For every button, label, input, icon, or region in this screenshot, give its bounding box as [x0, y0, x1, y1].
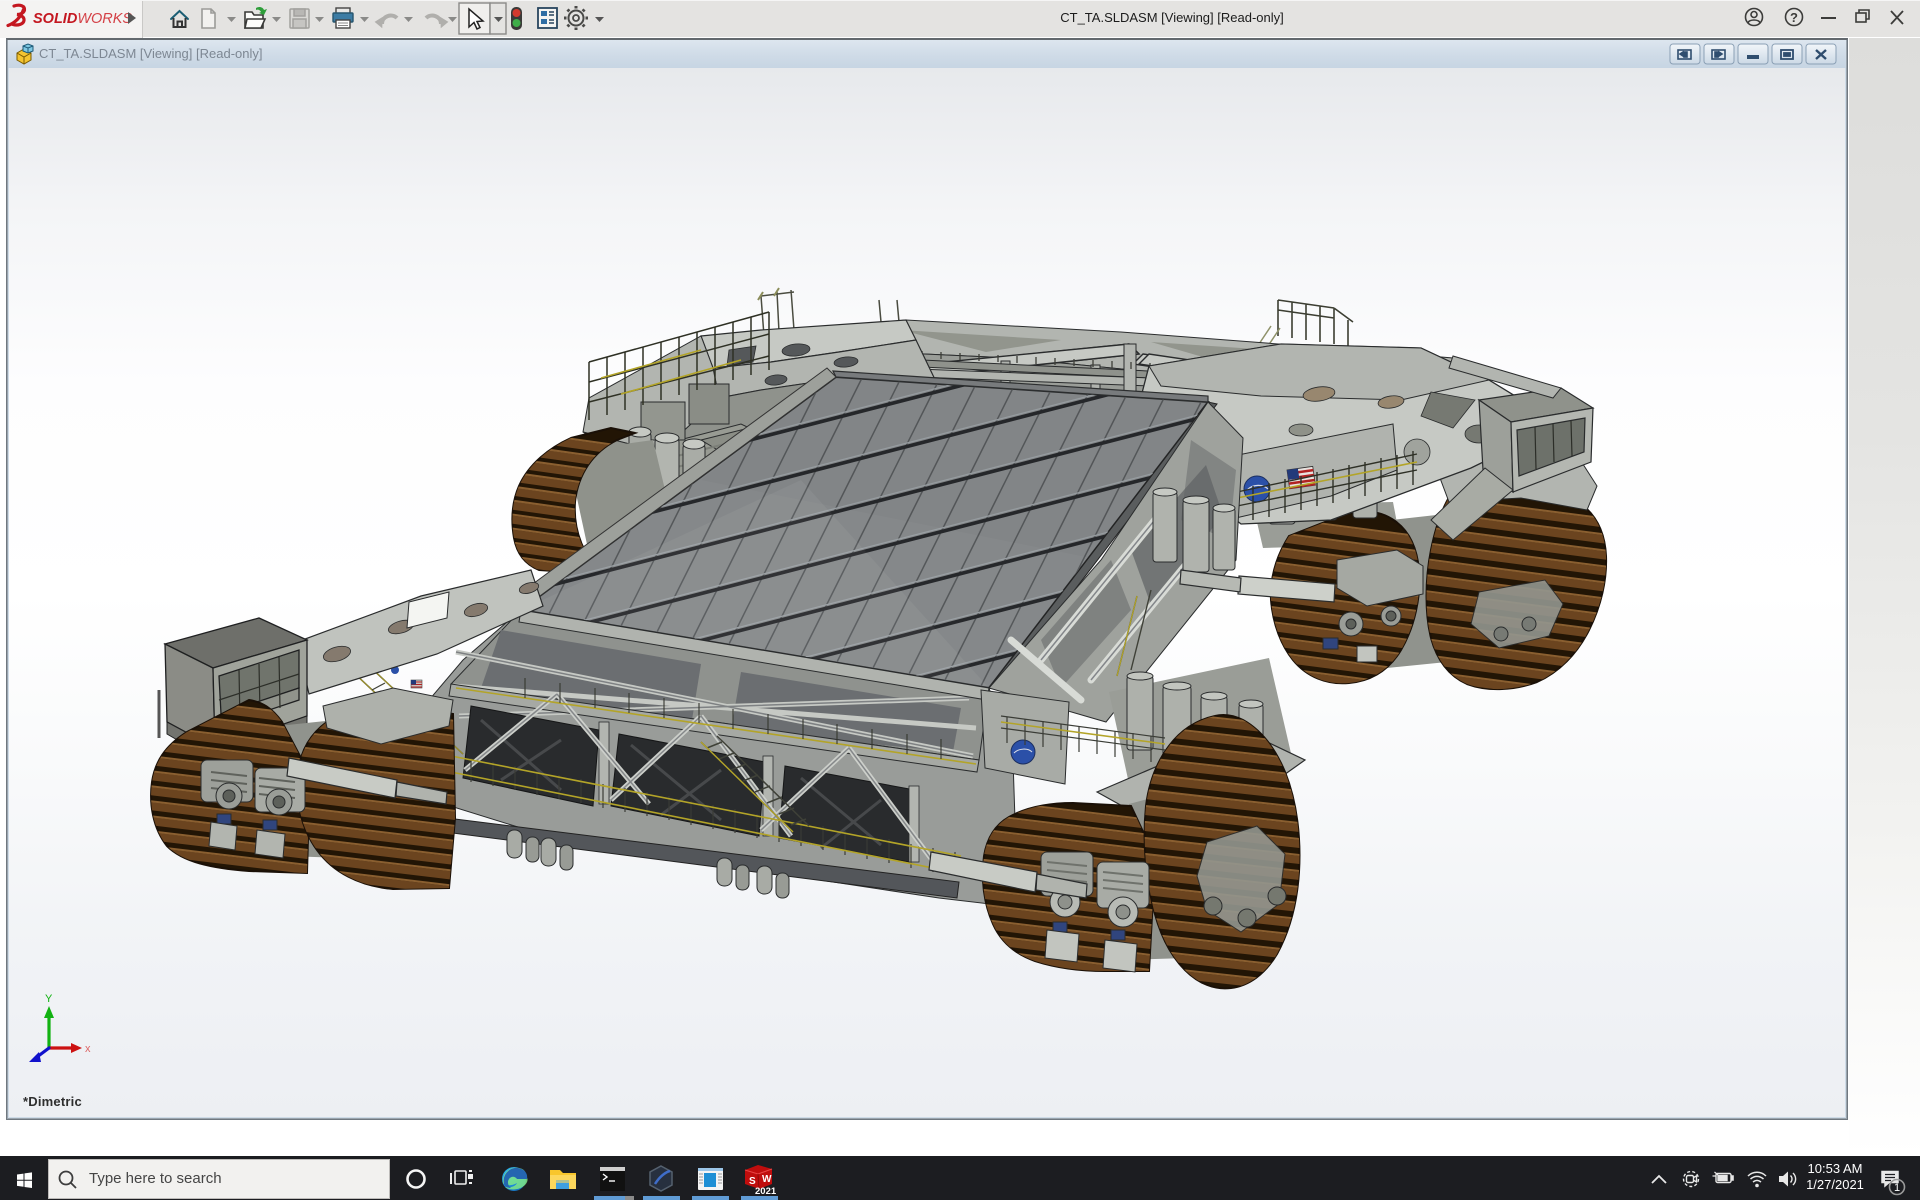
svg-text:x: x: [85, 1043, 91, 1055]
svg-text:2021: 2021: [755, 1186, 777, 1197]
svg-text:SOLIDWORKS: SOLIDWORKS: [33, 11, 132, 27]
svg-text:Y: Y: [45, 993, 53, 1005]
svg-text:W: W: [762, 1174, 772, 1185]
svg-text:?: ?: [1790, 10, 1798, 25]
svg-text:1: 1: [1894, 1182, 1900, 1194]
